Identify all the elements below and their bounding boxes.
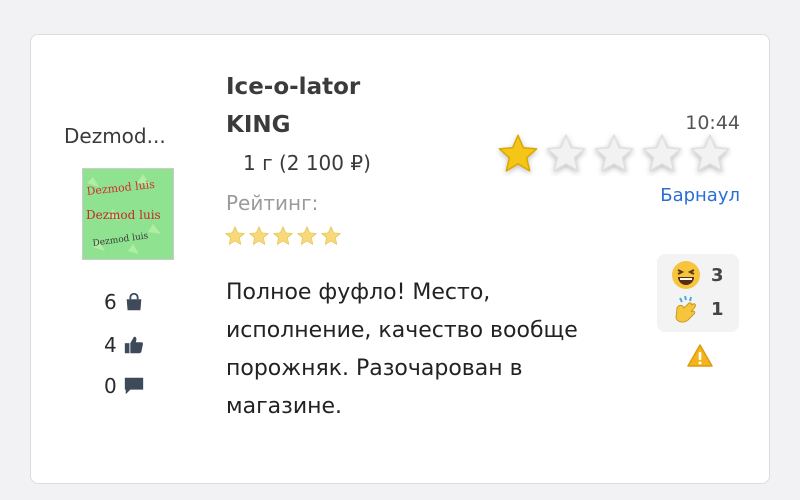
shopping-bag-icon [126, 292, 142, 311]
review-time: 10:44 [685, 112, 740, 134]
comments-count: 0 [104, 374, 117, 398]
comments-stat: 0 [104, 374, 145, 398]
star-small-icon [273, 226, 293, 245]
product-rating-stars [224, 225, 342, 247]
product-title-line2: KING [226, 112, 291, 138]
reaction-clap[interactable]: 1 [671, 294, 724, 324]
product-title[interactable]: Ice-o-lator KING [226, 68, 426, 144]
comment-icon [124, 377, 143, 395]
rating-label: Рейтинг: [226, 191, 319, 215]
purchases-stat: 6 [104, 290, 145, 314]
star-filled-icon [498, 134, 538, 172]
star-empty-icon [546, 134, 586, 172]
laughing-emoji-icon [672, 261, 700, 289]
star-small-icon [321, 226, 341, 245]
reaction-clap-count: 1 [711, 298, 724, 320]
reactions-panel: 3 1 [657, 254, 739, 332]
star-empty-icon [594, 134, 634, 172]
product-price: 1 г (2 100 ₽) [243, 151, 371, 175]
avatar-text-2: Dezmod luis [86, 208, 161, 222]
review-rating-stars [496, 132, 732, 176]
username[interactable]: Dezmod... [64, 124, 166, 148]
star-small-icon [249, 226, 269, 245]
star-small-icon [297, 226, 317, 245]
star-empty-icon [642, 134, 682, 172]
purchases-count: 6 [104, 290, 117, 314]
likes-stat: 4 [104, 333, 145, 357]
product-title-line1: Ice-o-lator [226, 74, 361, 100]
avatar[interactable]: Dezmod luis Dezmod luis Dezmod luis [82, 168, 174, 260]
reaction-laugh[interactable]: 3 [671, 260, 724, 290]
star-small-icon [225, 226, 245, 245]
reaction-laugh-count: 3 [711, 264, 724, 286]
warning-icon[interactable] [686, 343, 714, 369]
star-empty-icon [690, 134, 730, 172]
clapping-emoji-icon [675, 295, 696, 323]
review-text: Полное фуфло! Место, исполнение, качеств… [226, 280, 578, 419]
city-link[interactable]: Барнаул [660, 185, 740, 206]
thumbs-up-icon [124, 336, 143, 354]
likes-count: 4 [104, 333, 117, 357]
